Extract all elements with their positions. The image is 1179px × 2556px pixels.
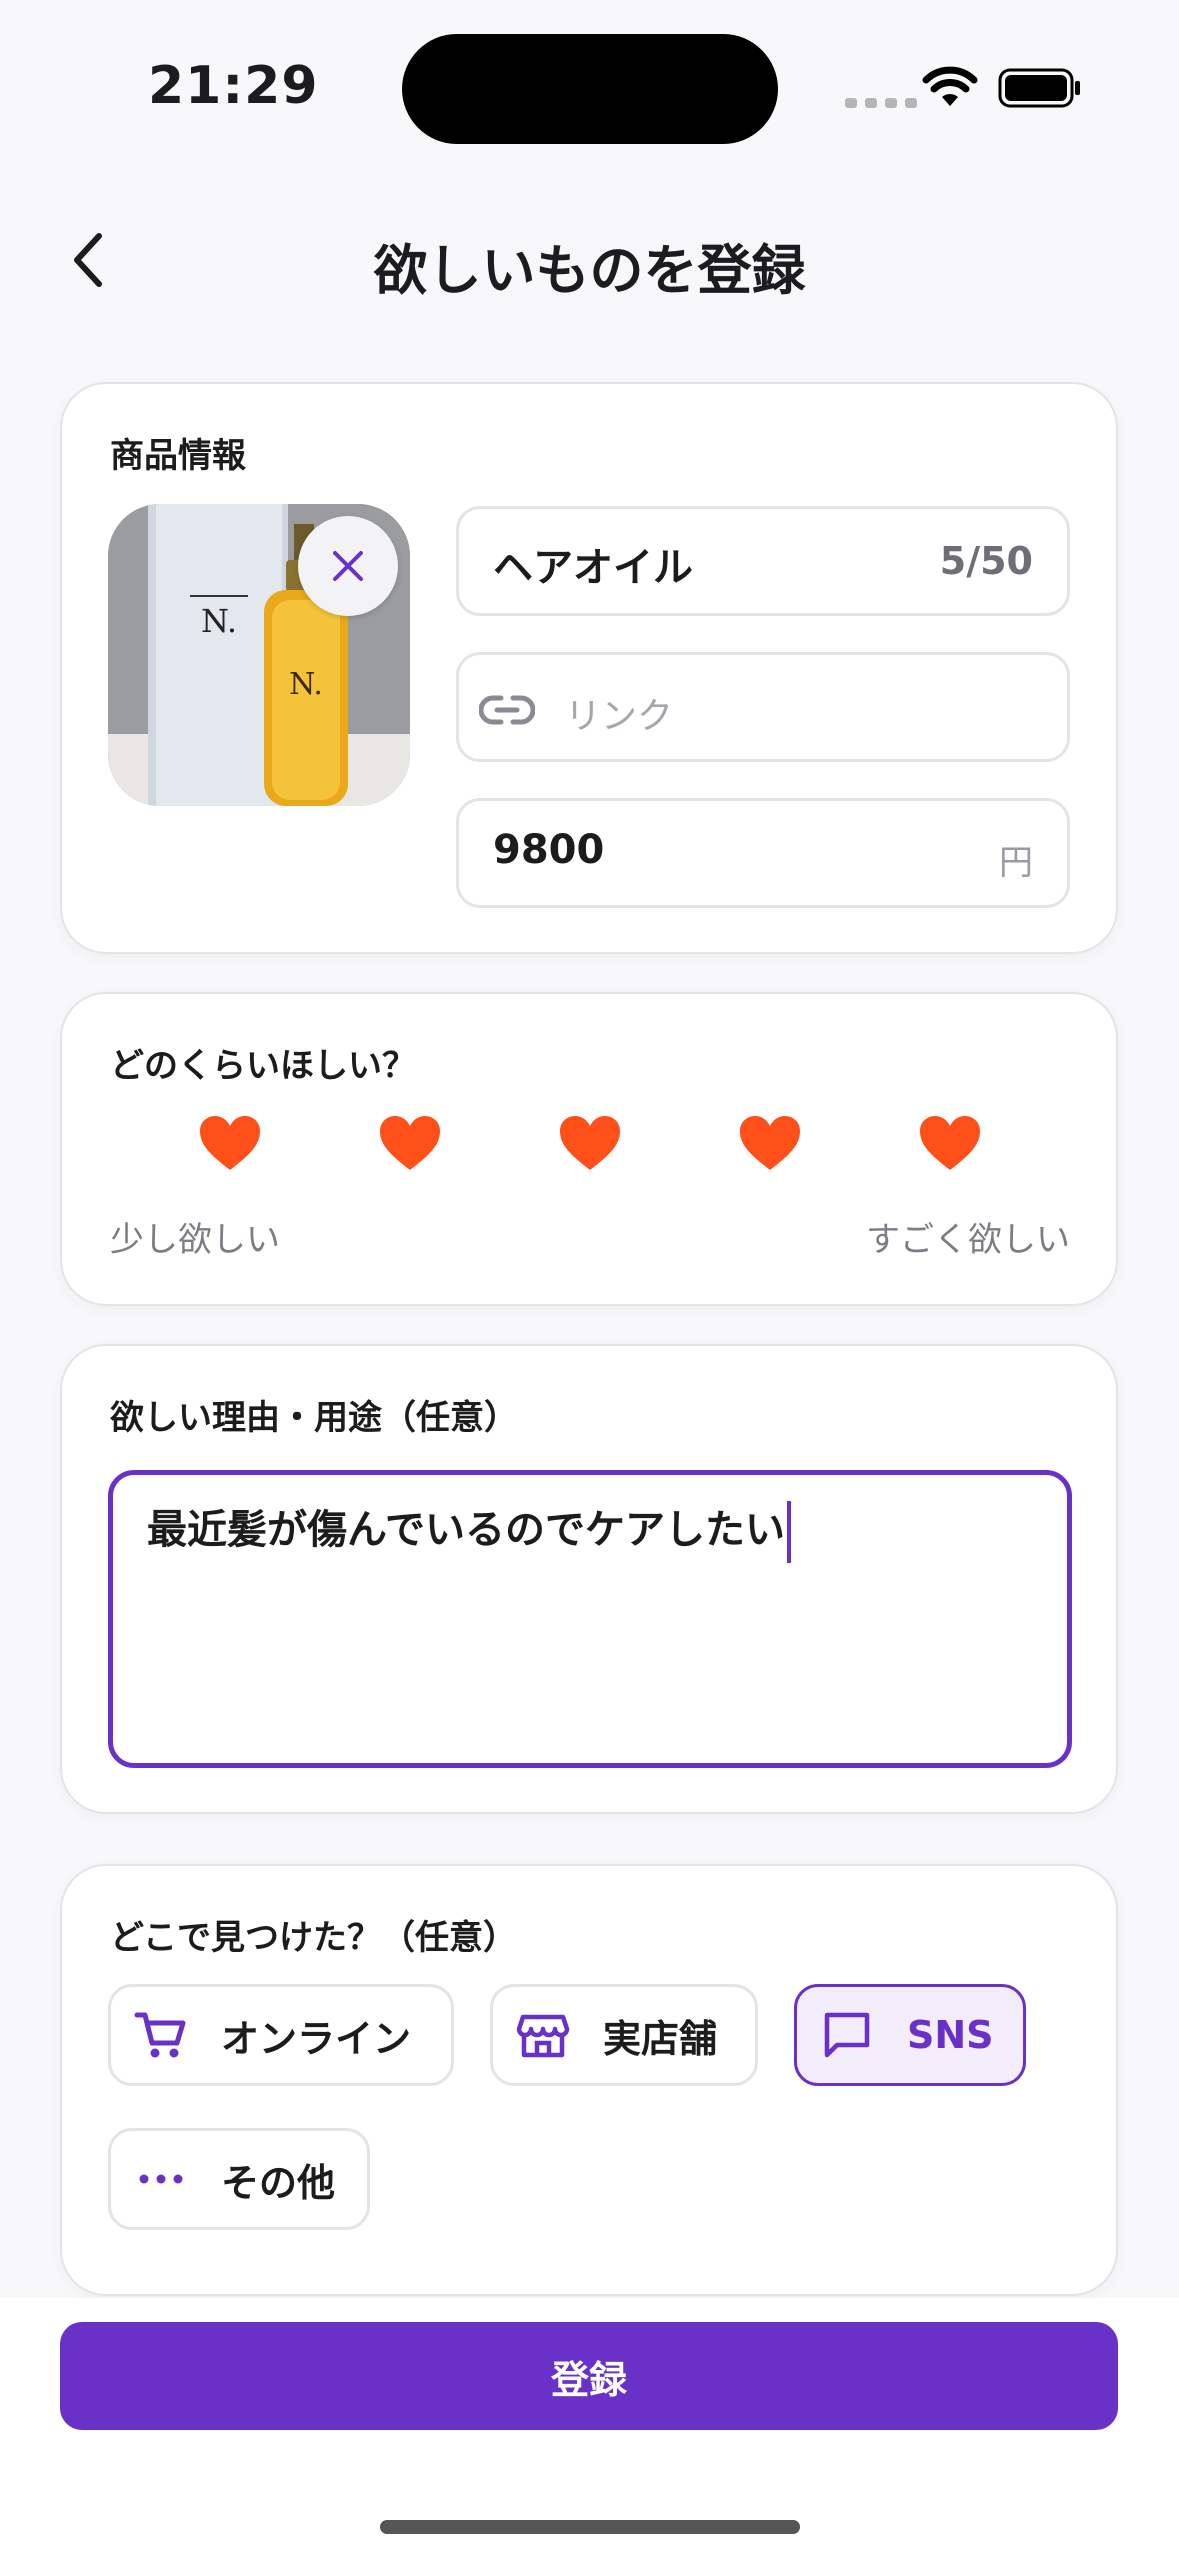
rating-section-label: どのくらいほしい？ <box>110 1046 416 1086</box>
product-name-counter: 5/50 <box>939 539 1033 583</box>
source-chip-other[interactable]: その他 <box>108 2128 370 2230</box>
battery-icon <box>998 68 1080 108</box>
navigation-bar: 欲しいものを登録 <box>0 200 1179 320</box>
cellular-signal-icon <box>845 98 917 108</box>
reason-text: 最近髪が傷んでいるのでケアしたい <box>147 1507 785 1553</box>
product-name-value: ヘアオイル <box>493 545 693 591</box>
svg-text:N.: N. <box>201 602 237 640</box>
link-placeholder: リンク <box>565 696 674 737</box>
source-chip-label: 実店舗 <box>603 2016 718 2061</box>
source-chip-sns[interactable]: SNS <box>794 1984 1026 2086</box>
price-value: 9800 <box>493 827 605 873</box>
dynamic-island <box>402 34 778 144</box>
heart-icon-3[interactable] <box>558 1114 622 1172</box>
cart-icon <box>131 2005 191 2065</box>
register-button[interactable]: 登録 <box>60 2322 1118 2430</box>
source-chip-label: SNS <box>907 2013 994 2057</box>
wifi-icon <box>922 66 978 106</box>
store-icon <box>513 2005 573 2065</box>
text-caret <box>787 1501 791 1563</box>
heart-icon-5[interactable] <box>918 1114 982 1172</box>
price-input[interactable]: 9800 円 <box>456 798 1070 908</box>
source-card: どこで見つけた？（任意） オンライン 実店舗 SNS その他 <box>60 1864 1118 2296</box>
home-indicator <box>380 2520 800 2534</box>
source-chip-label: オンライン <box>221 2016 412 2061</box>
heart-icon-1[interactable] <box>198 1114 262 1172</box>
link-input[interactable]: リンク <box>456 652 1070 762</box>
reason-textarea[interactable]: 最近髪が傷んでいるのでケアしたい <box>108 1470 1072 1768</box>
product-info-card: 商品情報 N. N. ヘアオイル 5/50 リンク 9800 円 <box>60 382 1118 954</box>
heart-icon-4[interactable] <box>738 1114 802 1172</box>
reason-section-label: 欲しい理由・用途（任意） <box>110 1398 518 1438</box>
status-time: 21:29 <box>148 56 319 116</box>
source-chip-online[interactable]: オンライン <box>108 1984 454 2086</box>
source-chip-label: その他 <box>221 2160 336 2205</box>
price-unit: 円 <box>999 843 1033 883</box>
svg-text:N.: N. <box>289 667 323 702</box>
product-name-input[interactable]: ヘアオイル 5/50 <box>456 506 1070 616</box>
rating-high-label: すごく欲しい <box>866 1220 1070 1260</box>
reason-card: 欲しい理由・用途（任意） 最近髪が傷んでいるのでケアしたい <box>60 1344 1118 1814</box>
remove-photo-button[interactable] <box>298 516 398 616</box>
source-chip-store[interactable]: 実店舗 <box>490 1984 758 2086</box>
source-section-label: どこで見つけた？（任意） <box>110 1918 517 1958</box>
footer: 登録 <box>0 2298 1179 2556</box>
close-icon <box>333 551 363 581</box>
rating-low-label: 少し欲しい <box>110 1220 280 1260</box>
more-icon <box>131 2149 191 2209</box>
chat-bubble-icon <box>817 2005 877 2065</box>
status-bar: 21:29 <box>0 0 1179 170</box>
link-icon <box>479 695 535 725</box>
product-section-label: 商品情報 <box>110 436 246 476</box>
heart-icon-2[interactable] <box>378 1114 442 1172</box>
page-title: 欲しいものを登録 <box>373 239 806 302</box>
desire-rating-card: どのくらいほしい？ 少し欲しい すごく欲しい <box>60 992 1118 1306</box>
